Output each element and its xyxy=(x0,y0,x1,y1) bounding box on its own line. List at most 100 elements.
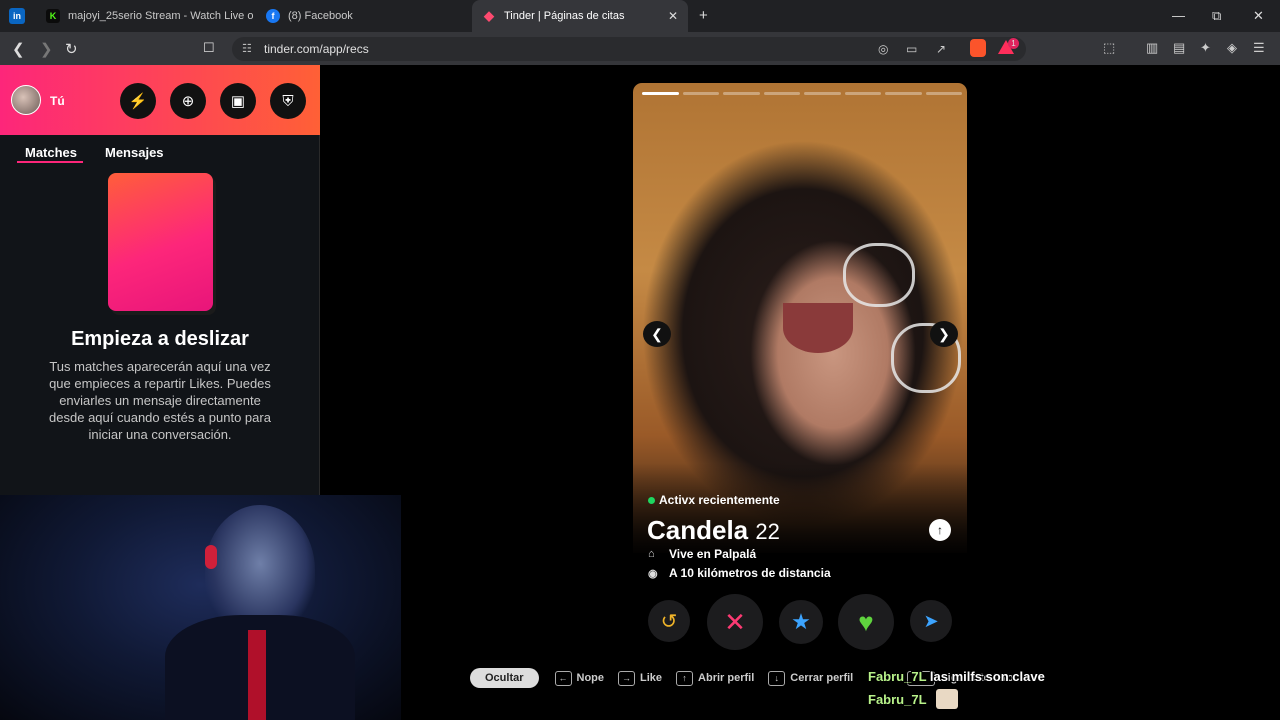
photo-progress-segment[interactable] xyxy=(885,92,922,95)
previous-photo-icon[interactable]: ❮ xyxy=(643,321,671,347)
tab-kick-stream[interactable]: K majoyi_25serio Stream - Watch Live o xyxy=(36,0,256,32)
name-text: Candela xyxy=(647,515,749,545)
address-bar-row: ❮ ❯ ↻ ☐ ☷ tinder.com/app/recs ◎ ▭ ↗ 1 ⬚ … xyxy=(0,32,1280,65)
profile-card[interactable]: ❮ ❯ Activx recientemente Candela 22 ⌂ Viv… xyxy=(633,83,967,620)
bookmark-icon[interactable]: ☐ xyxy=(203,40,215,56)
back-icon[interactable]: ❮ xyxy=(12,40,25,58)
chat-message: Fabru_7L xyxy=(868,689,958,709)
site-settings-icon[interactable]: ☷ xyxy=(242,37,252,61)
tab-title: Tinder | Páginas de citas xyxy=(504,10,625,22)
headset-light xyxy=(205,545,217,569)
left-key-icon: ← xyxy=(554,670,572,686)
shortcut-label: Cerrar perfil xyxy=(790,672,854,684)
chat-text: las milfs son clave xyxy=(929,669,1045,684)
cast-icon[interactable]: ▭ xyxy=(906,37,917,61)
wallet-icon[interactable]: ▤ xyxy=(1173,40,1185,56)
minimize-icon[interactable]: — xyxy=(1172,8,1185,23)
glasses-lens xyxy=(843,243,915,307)
empty-state-title: Empieza a deslizar xyxy=(71,328,249,350)
right-key-icon: → xyxy=(618,670,636,686)
home-icon: ⌂ xyxy=(648,548,655,560)
matches-sidebar: Tú ⚡ ⊕ ▣ ⛨ Matches Mensajes Empieza a de… xyxy=(0,65,320,495)
explore-icon[interactable]: ⊕ xyxy=(170,83,206,119)
chat-username: Fabru_7L xyxy=(868,692,927,707)
photo-progress-segment[interactable] xyxy=(763,92,800,95)
sidebar-header: Tú ⚡ ⊕ ▣ ⛨ xyxy=(0,65,320,135)
avatar[interactable] xyxy=(11,85,41,115)
boost-send-icon[interactable]: ➤ xyxy=(910,600,952,642)
distance: ◉ A 10 kilómetros de distancia xyxy=(648,566,831,580)
like-icon[interactable]: ♥ xyxy=(838,594,894,650)
hide-shortcuts-button[interactable]: Ocultar xyxy=(470,668,539,688)
photo-progress-segment[interactable] xyxy=(723,92,760,95)
share-icon[interactable]: ↗ xyxy=(936,37,946,61)
active-tab-indicator xyxy=(17,161,83,163)
profile-name[interactable]: Candela 22 xyxy=(647,515,780,546)
chat-username: Fabru_7L xyxy=(868,669,927,684)
webcam-overlay xyxy=(0,495,401,720)
close-window-icon[interactable]: ✕ xyxy=(1253,8,1264,24)
photo-progress-segment[interactable] xyxy=(642,92,679,95)
tab-tinder[interactable]: ◆ Tinder | Páginas de citas ✕ xyxy=(472,0,688,32)
photo-progress-segment[interactable] xyxy=(925,92,962,95)
boost-icon[interactable]: ⚡ xyxy=(120,83,156,119)
new-tab-button[interactable]: + xyxy=(699,7,708,24)
photo-progress-segment[interactable] xyxy=(844,92,881,95)
rewards-badge: 1 xyxy=(1008,38,1019,49)
empty-matches-card xyxy=(108,173,213,311)
photo-progress-segment[interactable] xyxy=(682,92,719,95)
shortcut-open-profile: ↑ Abrir perfil xyxy=(676,670,754,686)
shortcut-label: Like xyxy=(640,672,663,684)
brave-shields-icon[interactable] xyxy=(970,39,986,57)
browser-tab-bar: in K majoyi_25serio Stream - Watch Live … xyxy=(0,0,1280,32)
screenshot-icon[interactable]: ⬚ xyxy=(1103,40,1115,56)
down-key-icon: ↓ xyxy=(768,670,786,686)
shortcut-close-profile: ↓ Cerrar perfil xyxy=(768,670,854,686)
chat-emote-icon xyxy=(936,689,958,709)
vpn-icon[interactable]: ◈ xyxy=(1227,40,1237,56)
rewind-icon[interactable]: ↺ xyxy=(648,600,690,642)
menu-icon[interactable]: ☰ xyxy=(1253,40,1265,56)
super-like-icon[interactable]: ★ xyxy=(779,600,823,644)
location-pin-icon: ◉ xyxy=(648,567,658,580)
close-tab-icon[interactable]: ✕ xyxy=(668,9,678,23)
activity-status: Activx recientemente xyxy=(648,493,780,507)
kick-icon: K xyxy=(46,9,60,23)
linkedin-icon[interactable]: in xyxy=(9,8,25,24)
activity-text: Activx recientemente xyxy=(659,493,780,507)
tie xyxy=(248,630,266,720)
profile-age: 22 xyxy=(755,519,780,544)
photo-progress-segment[interactable] xyxy=(804,92,841,95)
tab-facebook[interactable]: f (8) Facebook xyxy=(256,0,466,32)
location-icon[interactable]: ◎ xyxy=(878,37,888,61)
briefcase-icon[interactable]: ▣ xyxy=(220,83,256,119)
url-field[interactable]: ☷ tinder.com/app/recs ◎ ▭ ↗ 1 xyxy=(232,37,1026,61)
facebook-icon: f xyxy=(266,9,280,23)
url-text: tinder.com/app/recs xyxy=(264,42,369,56)
online-dot-icon xyxy=(648,496,655,504)
nope-icon[interactable]: ✕ xyxy=(707,594,763,650)
tinder-icon: ◆ xyxy=(484,8,494,23)
tab-messages[interactable]: Mensajes xyxy=(105,145,164,160)
lives-in: ⌂ Vive en Palpalá xyxy=(648,547,756,561)
shield-icon[interactable]: ⛨ xyxy=(270,83,306,119)
up-key-icon: ↑ xyxy=(676,670,694,686)
sidebar-toggle-icon[interactable]: ▥ xyxy=(1146,40,1158,56)
tab-title: (8) Facebook xyxy=(288,10,353,22)
shortcut-label: Nope xyxy=(576,672,605,684)
distance-text: A 10 kilómetros de distancia xyxy=(669,566,831,580)
empty-state-text: Tus matches aparecerán aquí una vez que … xyxy=(49,359,271,442)
next-photo-icon[interactable]: ❯ xyxy=(930,321,958,347)
shortcut-like: → Like xyxy=(618,670,663,686)
restore-icon[interactable]: ⧉ xyxy=(1212,8,1221,24)
profile-label[interactable]: Tú xyxy=(50,94,65,108)
forward-icon[interactable]: ❯ xyxy=(40,40,53,58)
leo-ai-icon[interactable]: ✦ xyxy=(1200,40,1211,56)
shortcut-nope: ← Nope xyxy=(554,670,605,686)
tab-title: majoyi_25serio Stream - Watch Live o xyxy=(68,10,254,22)
smile xyxy=(783,303,853,353)
chat-message: Fabru_7L las milfs son clave xyxy=(868,669,1045,684)
tab-matches[interactable]: Matches xyxy=(25,145,77,160)
reload-icon[interactable]: ↻ xyxy=(65,40,78,58)
open-profile-icon[interactable]: ↑ xyxy=(929,519,951,541)
